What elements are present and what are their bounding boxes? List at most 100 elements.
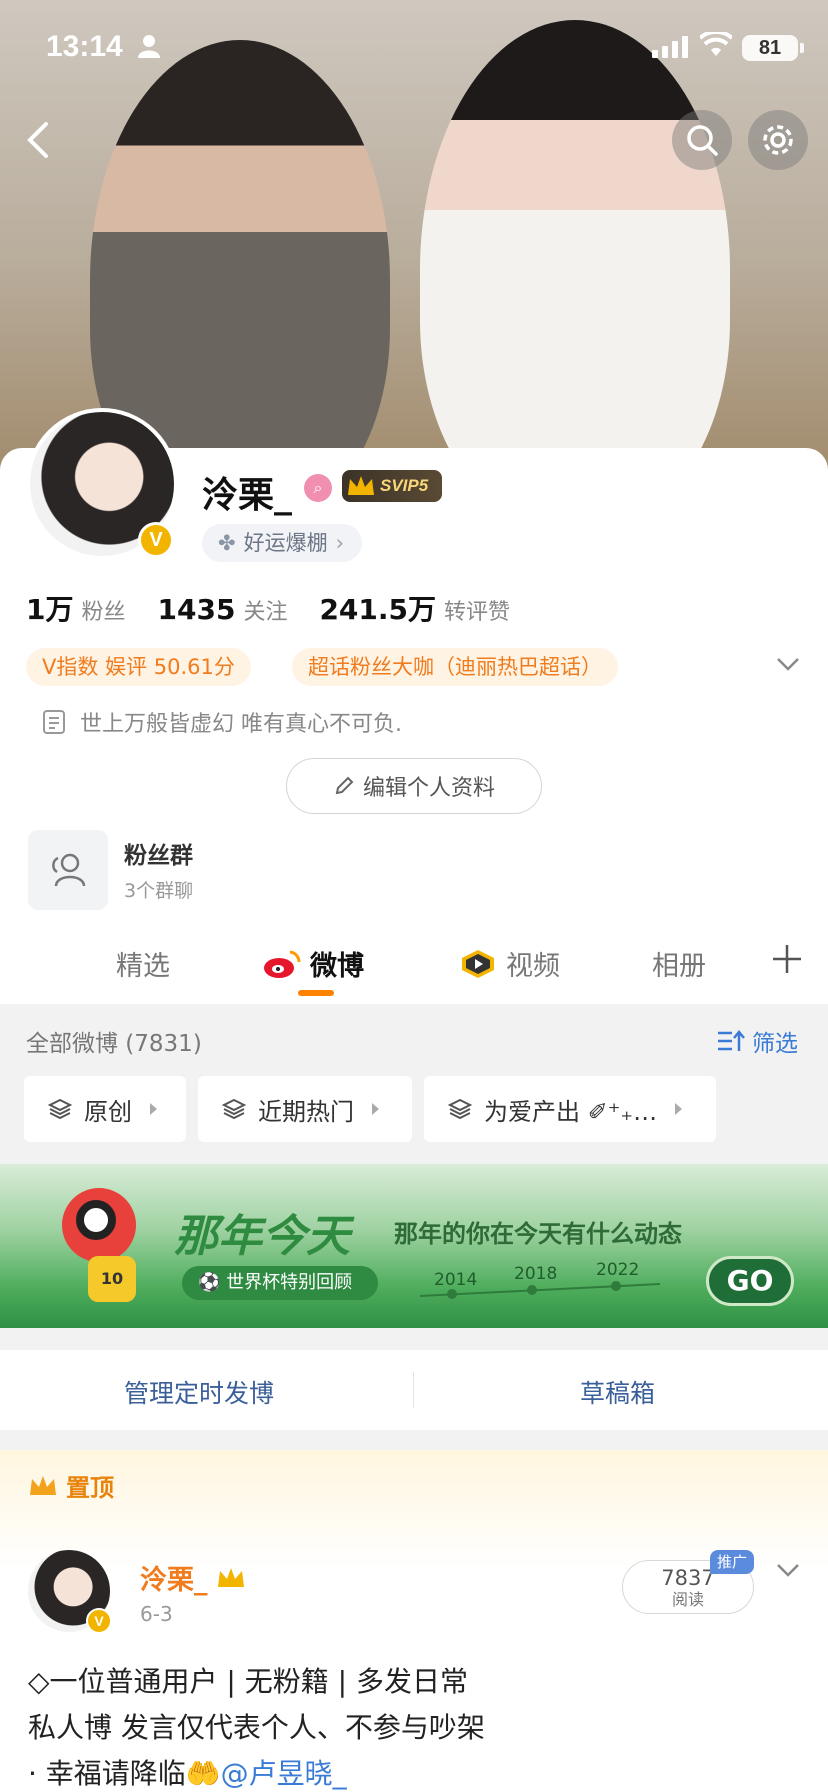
chip-arrow-icon <box>675 1103 683 1115</box>
all-weibo-count: 全部微博 (7831) <box>26 1031 202 1057</box>
plus-icon[interactable] <box>770 942 804 976</box>
filter-icon <box>718 1030 745 1051</box>
chip-arrow-icon <box>150 1103 157 1115</box>
stat-num: 241.5万 <box>319 593 437 626</box>
tab-label: 微博 <box>310 951 364 982</box>
filter-label: 筛选 <box>752 1031 798 1057</box>
chip-label: 为爱产出 ✐⁺₊… <box>484 1097 658 1126</box>
post-text: · 幸福请降临🤲 <box>28 1757 221 1790</box>
tab-label: 相册 <box>652 951 706 982</box>
search-icon <box>687 125 718 156</box>
bio-text: 世上万般皆虚幻 唯有真心不可负. <box>80 712 402 737</box>
crown-icon <box>30 1475 56 1495</box>
stats-row: 1万 粉丝 1435 关注 241.5万 转评赞 <box>26 588 510 628</box>
weibo-icon <box>264 950 301 978</box>
cover-person-left <box>90 40 390 470</box>
promote-badge[interactable]: 推广 <box>710 1550 754 1574</box>
stat-following[interactable]: 1435 关注 <box>158 593 288 626</box>
profile-name: 泠栗_ <box>202 475 293 516</box>
post-date: 6-3 <box>140 1602 173 1626</box>
group-icon <box>52 853 86 887</box>
signal-icon <box>652 36 688 58</box>
scheduled-posts-button[interactable]: 管理定时发博 <box>124 1374 274 1410</box>
settings-button[interactable] <box>748 110 808 170</box>
stat-num: 1435 <box>157 593 236 626</box>
pinned-label: 置顶 <box>28 1468 114 1503</box>
verified-badge: V <box>138 522 174 558</box>
mascot-eye <box>76 1200 116 1240</box>
chip-arrow-icon <box>372 1103 379 1115</box>
svip-label: SVIP5 <box>380 476 429 495</box>
stat-label: 转评赞 <box>444 600 511 625</box>
person-icon <box>138 35 160 58</box>
tab-album[interactable]: 相册 <box>652 944 706 983</box>
banner-year: 2022 <box>596 1260 640 1280</box>
post-text-line: ◇一位普通用户 | 无粉籍 | 多发日常 <box>28 1665 469 1698</box>
search-badge-icon[interactable]: ⌕ <box>304 474 332 502</box>
pinned-text: 置顶 <box>66 1474 114 1502</box>
tab-label: 视频 <box>506 951 560 982</box>
stat-label: 粉丝 <box>81 600 126 625</box>
action-divider <box>413 1372 414 1408</box>
tab-featured[interactable]: 精选 <box>116 944 170 983</box>
drafts-button[interactable]: 草稿箱 <box>580 1374 655 1410</box>
video-icon <box>462 949 494 978</box>
banner-pill: ⚽ 世界杯特别回顾 <box>182 1266 378 1300</box>
svip-badge[interactable]: SVIP5 <box>342 470 442 502</box>
bio: 世上万般皆虚幻 唯有真心不可负. <box>42 706 402 738</box>
crown-icon <box>217 1567 244 1587</box>
edit-profile-button[interactable]: 编辑个人资料 <box>286 758 542 814</box>
chip-recent-hot[interactable]: 近期热门 <box>198 1076 412 1142</box>
fan-group-icon[interactable] <box>28 830 108 910</box>
tab-video[interactable]: 视频 <box>458 944 560 983</box>
verified-badge: V <box>86 1608 112 1634</box>
banner-year: 2014 <box>434 1270 478 1290</box>
status-bar: 13:14 81 <box>0 0 828 100</box>
filter-button[interactable]: 筛选 <box>716 1024 798 1058</box>
banner-year: 2018 <box>514 1264 558 1284</box>
stat-fans[interactable]: 1万 粉丝 <box>26 588 126 628</box>
doc-icon <box>43 710 65 734</box>
post-author[interactable]: 泠栗_ <box>140 1558 246 1597</box>
chip-label: 原创 <box>84 1097 132 1126</box>
edit-profile-label: 编辑个人资料 <box>362 776 495 801</box>
post-author-name: 泠栗_ <box>140 1565 208 1596</box>
banner-slogan: 那年的你在今天有什么动态 <box>394 1220 682 1248</box>
battery-level: 81 <box>742 35 804 61</box>
stat-num: 1万 <box>26 593 74 626</box>
mascot-shirt: 10 <box>88 1256 136 1302</box>
active-tab-indicator <box>298 990 334 996</box>
stat-likes[interactable]: 241.5万 转评赞 <box>319 588 510 628</box>
v-index-tag[interactable]: V指数 娱评 50.61分 <box>26 648 251 686</box>
status-time: 13:14 <box>46 30 123 63</box>
fan-group-title[interactable]: 粉丝群 <box>124 836 193 870</box>
chip-fan-creation[interactable]: 为爱产出 ✐⁺₊… <box>424 1076 716 1142</box>
profile-tabs: 精选 微博 视频 相册 <box>0 930 828 1002</box>
chevron-right-icon: › <box>335 531 345 555</box>
post-text-line-last: · 幸福请降临🤲@卢昱晓_ <box>28 1752 347 1792</box>
luck-chip[interactable]: ✤ 好运爆棚 › <box>202 524 363 562</box>
layers-icon <box>222 1098 246 1120</box>
mention-link[interactable]: @卢昱晓_ <box>221 1757 347 1790</box>
tab-label: 精选 <box>116 951 170 982</box>
stat-label: 关注 <box>243 600 288 625</box>
fan-group-subtitle: 3个群聊 <box>124 880 194 902</box>
layers-icon <box>48 1098 72 1120</box>
reads-label: 阅读 <box>671 1590 704 1609</box>
pencil-icon <box>335 776 354 795</box>
chip-original[interactable]: 原创 <box>24 1076 186 1142</box>
banner-title: 那年今天 <box>174 1211 350 1262</box>
memory-banner[interactable]: 10 那年今天 那年的你在今天有什么动态 ⚽ 世界杯特别回顾 2014 2018… <box>0 1164 828 1328</box>
luck-chip-label: 好运爆棚 <box>243 531 328 555</box>
gear-icon <box>763 125 793 155</box>
layers-icon <box>448 1098 472 1120</box>
banner-go-button[interactable]: GO <box>706 1256 794 1306</box>
back-icon[interactable] <box>18 118 62 162</box>
chevron-down-icon[interactable] <box>774 654 802 674</box>
tab-weibo[interactable]: 微博 <box>262 944 364 983</box>
post-text-line: 私人博 发言仅代表个人、不参与吵架 <box>28 1711 485 1744</box>
search-button[interactable] <box>672 110 732 170</box>
supertopic-tag[interactable]: 超话粉丝大咖（迪丽热巴超话） <box>292 648 618 686</box>
chevron-down-icon[interactable] <box>774 1560 802 1580</box>
chip-label: 近期热门 <box>258 1097 354 1126</box>
